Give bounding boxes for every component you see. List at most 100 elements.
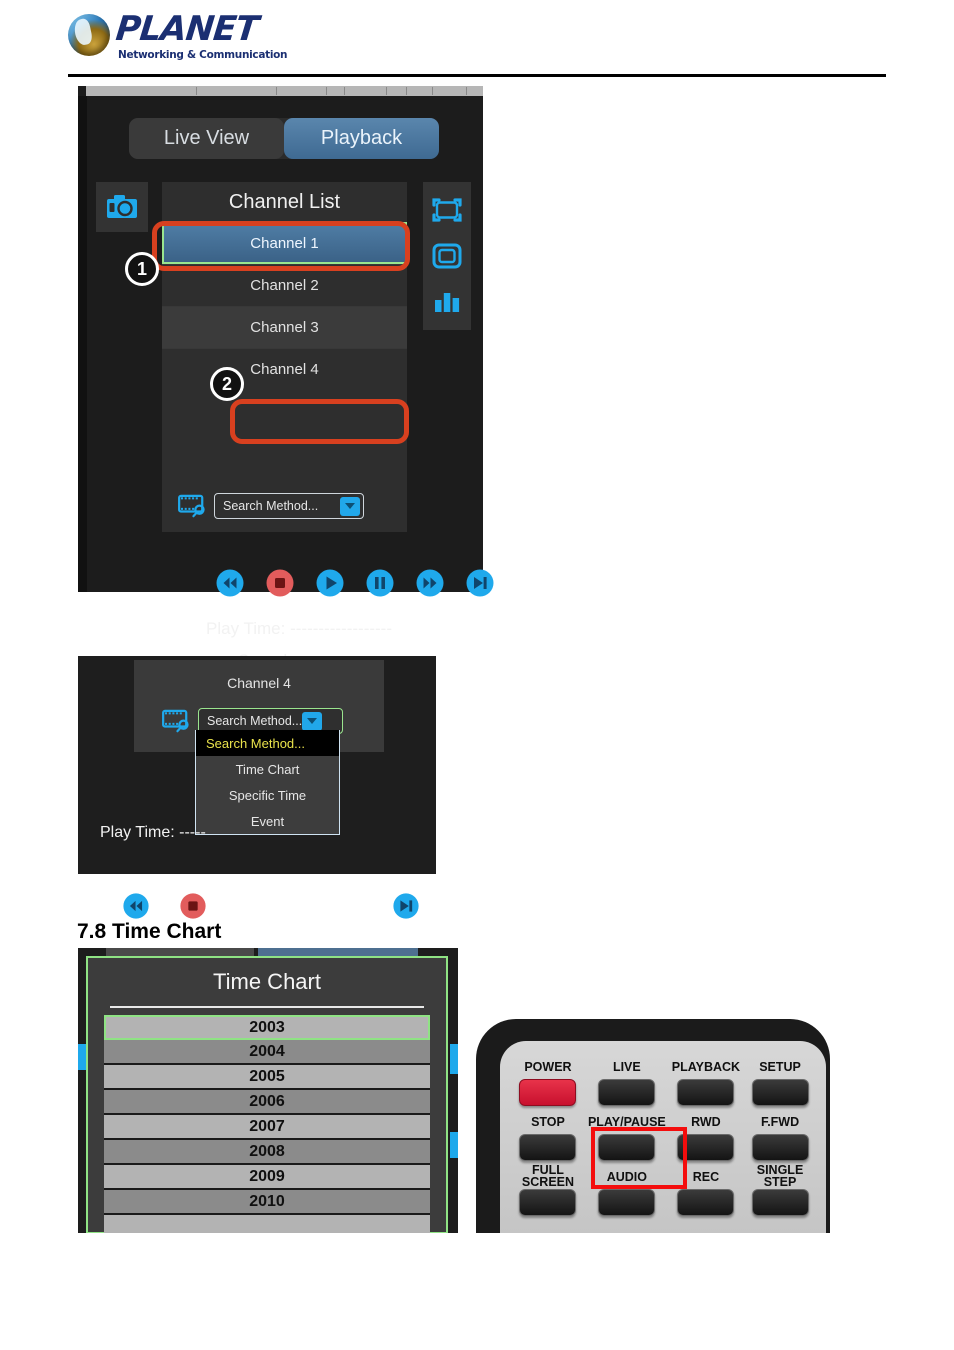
channel-item-4[interactable]: Channel 4 bbox=[162, 348, 407, 390]
single-screen-icon[interactable] bbox=[432, 243, 462, 269]
bar-chart-icon[interactable] bbox=[432, 290, 462, 314]
pause-button[interactable] bbox=[355, 560, 405, 606]
callout-badge-2: 2 bbox=[210, 367, 244, 401]
single-step-button[interactable] bbox=[751, 1189, 809, 1216]
audio-button[interactable] bbox=[598, 1189, 656, 1216]
snapshot-camera-icon bbox=[107, 195, 137, 218]
planet-globe-icon bbox=[68, 14, 110, 56]
search-method-combobox[interactable]: Search Method... bbox=[214, 493, 364, 519]
playback-panel-figure: Live View Playback Channel List Channel … bbox=[78, 86, 494, 670]
dropdown-channel-label: Channel 4 bbox=[227, 675, 291, 691]
dropdown-play-time-status: Play Time: ----- bbox=[100, 824, 206, 841]
time-chart-year-list: 2003 2004 2005 2006 2007 2008 2009 2010 bbox=[88, 1015, 446, 1233]
film-search-icon bbox=[162, 709, 189, 733]
search-method-value: Search Method... bbox=[223, 499, 319, 513]
brand-tagline: Networking & Communication bbox=[118, 49, 288, 61]
play-button[interactable] bbox=[305, 560, 355, 606]
remote-key-setup[interactable]: SETUP bbox=[746, 1055, 814, 1106]
remote-key-single-step[interactable]: SINGLE STEP bbox=[746, 1163, 814, 1216]
time-chart-right-tool-1 bbox=[450, 1044, 458, 1074]
chevron-down-icon[interactable] bbox=[340, 496, 360, 516]
full-screen-icon[interactable] bbox=[432, 198, 462, 222]
time-chart-right-tool-2 bbox=[450, 1132, 458, 1158]
remote-key-stop[interactable]: STOP bbox=[514, 1110, 582, 1161]
playback-button[interactable] bbox=[677, 1079, 735, 1106]
film-search-icon bbox=[178, 494, 205, 518]
next-frame-button[interactable] bbox=[455, 560, 505, 606]
time-chart-title: Time Chart bbox=[213, 969, 321, 994]
stop-button[interactable] bbox=[255, 560, 305, 606]
time-chart-figure: Time Chart 2003 2004 2005 2006 2007 2008… bbox=[78, 948, 458, 1233]
remote-key-full-screen[interactable]: FULL SCREEN bbox=[514, 1164, 582, 1216]
channel-item-1[interactable]: Channel 1 bbox=[162, 222, 407, 264]
dropdown-option-search-method[interactable]: Search Method... bbox=[196, 730, 339, 756]
play-pause-button[interactable] bbox=[598, 1134, 656, 1161]
rewind-icon bbox=[216, 569, 244, 597]
remote-key-power[interactable]: POWER bbox=[514, 1055, 582, 1106]
callout-badge-1: 1 bbox=[125, 252, 159, 286]
remote-shell: POWER LIVE PLAYBACK SETUP STOP PLAY/PAUS… bbox=[476, 1019, 830, 1233]
tab-live-view[interactable]: Live View bbox=[129, 118, 284, 159]
channel-item-2[interactable]: Channel 2 bbox=[162, 264, 407, 306]
remote-key-label: RWD bbox=[691, 1114, 721, 1129]
remote-key-label: PLAYBACK bbox=[671, 1059, 741, 1074]
remote-key-label: SETUP bbox=[759, 1059, 801, 1074]
time-chart-row-2009[interactable]: 2009 bbox=[104, 1165, 430, 1190]
time-chart-row-2005[interactable]: 2005 bbox=[104, 1065, 430, 1090]
time-chart-row-2010[interactable]: 2010 bbox=[104, 1190, 430, 1215]
tab-playback[interactable]: Playback bbox=[284, 118, 439, 159]
rwd-button[interactable] bbox=[677, 1134, 735, 1161]
dropdown-transport-controls bbox=[100, 774, 419, 919]
snapshot-tool[interactable] bbox=[96, 182, 148, 232]
ffwd-button[interactable] bbox=[751, 1134, 809, 1161]
search-method-dropdown-figure: Channel 4 Search Method... Search Method… bbox=[78, 656, 436, 919]
full-screen-button[interactable] bbox=[519, 1189, 577, 1216]
power-button[interactable] bbox=[519, 1079, 577, 1106]
rec-button[interactable] bbox=[677, 1189, 735, 1216]
window-title-strip bbox=[86, 86, 483, 96]
remote-key-label: PLAY/PAUSE bbox=[587, 1114, 666, 1129]
remote-key-label: STOP bbox=[531, 1114, 565, 1129]
time-chart-row-2007[interactable]: 2007 bbox=[104, 1115, 430, 1140]
remote-key-audio[interactable]: AUDIO bbox=[588, 1165, 666, 1216]
setup-button[interactable] bbox=[751, 1079, 809, 1106]
chevron-down-icon[interactable] bbox=[302, 711, 323, 731]
rewind-button[interactable] bbox=[205, 560, 255, 606]
stop-button[interactable] bbox=[519, 1134, 577, 1161]
page-header: PLANET Networking & Communication bbox=[0, 0, 954, 80]
time-chart-row-2008[interactable]: 2008 bbox=[104, 1140, 430, 1165]
pause-icon bbox=[366, 569, 394, 597]
time-chart-separator bbox=[110, 1006, 424, 1008]
channel-item-3[interactable]: Channel 3 bbox=[162, 306, 407, 348]
next-frame-icon bbox=[393, 893, 419, 919]
remote-key-label: SINGLE STEP bbox=[756, 1163, 804, 1189]
remote-key-play-pause[interactable]: PLAY/PAUSE bbox=[588, 1110, 666, 1161]
view-tools bbox=[423, 182, 471, 330]
remote-key-label: LIVE bbox=[612, 1059, 641, 1074]
remote-key-rec[interactable]: REC bbox=[672, 1165, 740, 1216]
next-frame-button[interactable] bbox=[392, 892, 420, 925]
remote-key-live[interactable]: LIVE bbox=[588, 1055, 666, 1106]
remote-key-label: POWER bbox=[524, 1059, 572, 1074]
live-button[interactable] bbox=[598, 1079, 656, 1106]
channel-list-title: Channel List bbox=[228, 190, 341, 213]
remote-key-ffwd[interactable]: F.FWD bbox=[746, 1110, 814, 1161]
page-root: PLANET Networking & Communication Live V… bbox=[0, 0, 954, 1350]
panel-left-edge bbox=[78, 96, 87, 592]
time-chart-row-2006[interactable]: 2006 bbox=[104, 1090, 430, 1115]
play-time-status: Play Time: ------------------ bbox=[206, 619, 392, 639]
next-frame-icon bbox=[466, 569, 494, 597]
play-icon bbox=[316, 569, 344, 597]
fast-forward-button[interactable] bbox=[405, 560, 455, 606]
stop-icon bbox=[266, 569, 294, 597]
remote-key-grid: POWER LIVE PLAYBACK SETUP STOP PLAY/PAUS… bbox=[514, 1055, 814, 1216]
remote-faceplate: POWER LIVE PLAYBACK SETUP STOP PLAY/PAUS… bbox=[500, 1041, 826, 1233]
time-chart-row-2003[interactable]: 2003 bbox=[104, 1015, 430, 1040]
time-chart-row-partial[interactable] bbox=[104, 1215, 430, 1233]
remote-key-playback[interactable]: PLAYBACK bbox=[672, 1055, 740, 1106]
remote-key-rwd[interactable]: RWD bbox=[672, 1110, 740, 1161]
time-chart-row-2004[interactable]: 2004 bbox=[104, 1040, 430, 1065]
play-time-label: Play Time: bbox=[206, 619, 286, 638]
remote-control-figure: POWER LIVE PLAYBACK SETUP STOP PLAY/PAUS… bbox=[466, 1019, 840, 1233]
section-heading: 7.8 Time Chart bbox=[77, 920, 222, 943]
